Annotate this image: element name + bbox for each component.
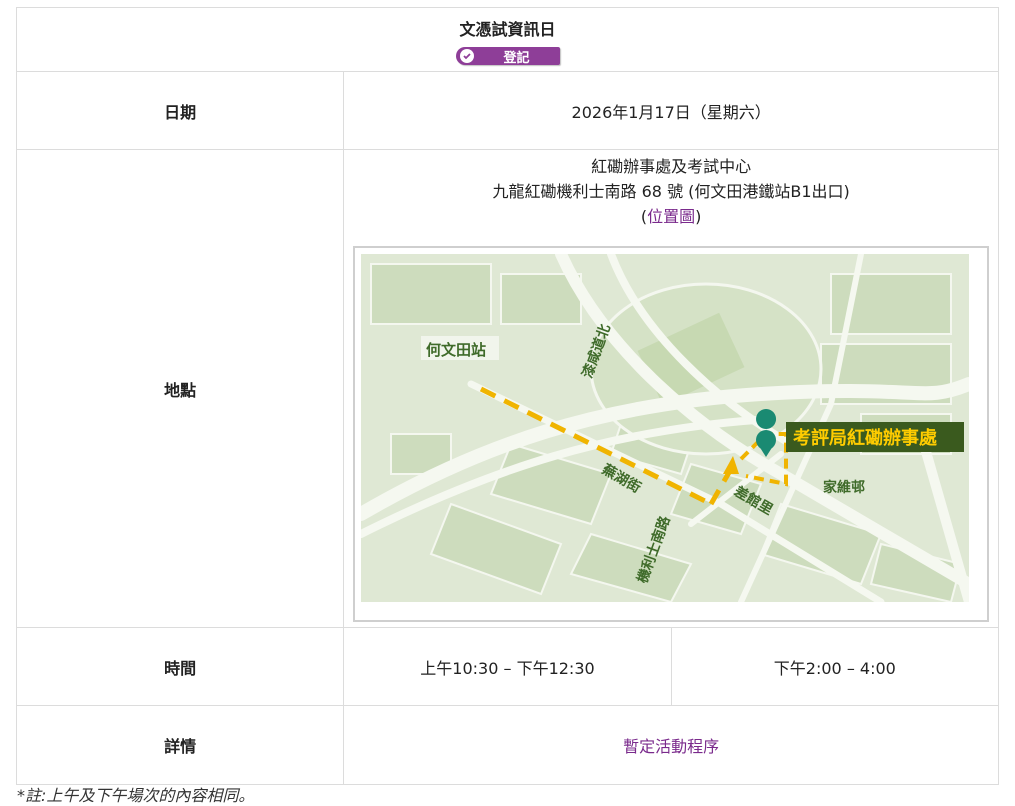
date-value: 2026年1月17日（星期六） xyxy=(343,71,999,150)
morning-session: 上午10:30 – 下午12:30 xyxy=(343,627,672,706)
location-map-link-line: (位置圖) xyxy=(344,204,998,229)
afternoon-session: 下午2:00 – 4:00 xyxy=(670,627,1000,706)
location-cell: 紅磡辦事處及考試中心 九龍紅磡機利士南路 68 號 (何文田港鐵站B1出口) (… xyxy=(343,149,999,628)
station-label: 何文田站 xyxy=(426,341,486,359)
details-label: 詳情 xyxy=(15,705,345,785)
title-cell: 文憑試資訊日 登記 xyxy=(16,7,999,72)
paren-close: ) xyxy=(695,207,702,226)
info-day-table: 文憑試資訊日 登記 日期 2026年1月17日（星期六） 地點 紅磡辦事處及考試… xyxy=(15,7,1000,785)
programme-link[interactable]: 暫定活動程序 xyxy=(623,737,719,756)
estate-label: 家維邨 xyxy=(823,479,865,496)
location-map: 考評局紅磡辦事處 何文田站 漆咸道北 蕪湖街 機利士南路 差館里 家維邨 xyxy=(353,246,990,622)
register-button[interactable]: 登記 xyxy=(455,47,560,66)
details-cell: 暫定活動程序 xyxy=(343,705,999,785)
date-label: 日期 xyxy=(15,71,345,150)
location-line-1: 紅磡辦事處及考試中心 xyxy=(591,157,752,176)
location-line-2: 九龍紅磡機利士南路 68 號 (何文田港鐵站B1出口) xyxy=(492,182,850,201)
page-title: 文憑試資訊日 xyxy=(459,20,556,39)
register-label: 登記 xyxy=(503,50,530,66)
office-label: 考評局紅磡辦事處 xyxy=(793,427,937,449)
map-link[interactable]: 位置圖 xyxy=(647,207,695,226)
location-label: 地點 xyxy=(15,149,345,628)
time-label: 時間 xyxy=(15,627,345,706)
footnote: *註:上午及下午場次的內容相同。 xyxy=(17,786,255,805)
map-svg: 考評局紅磡辦事處 何文田站 漆咸道北 蕪湖街 機利士南路 差館里 家維邨 xyxy=(361,254,970,602)
